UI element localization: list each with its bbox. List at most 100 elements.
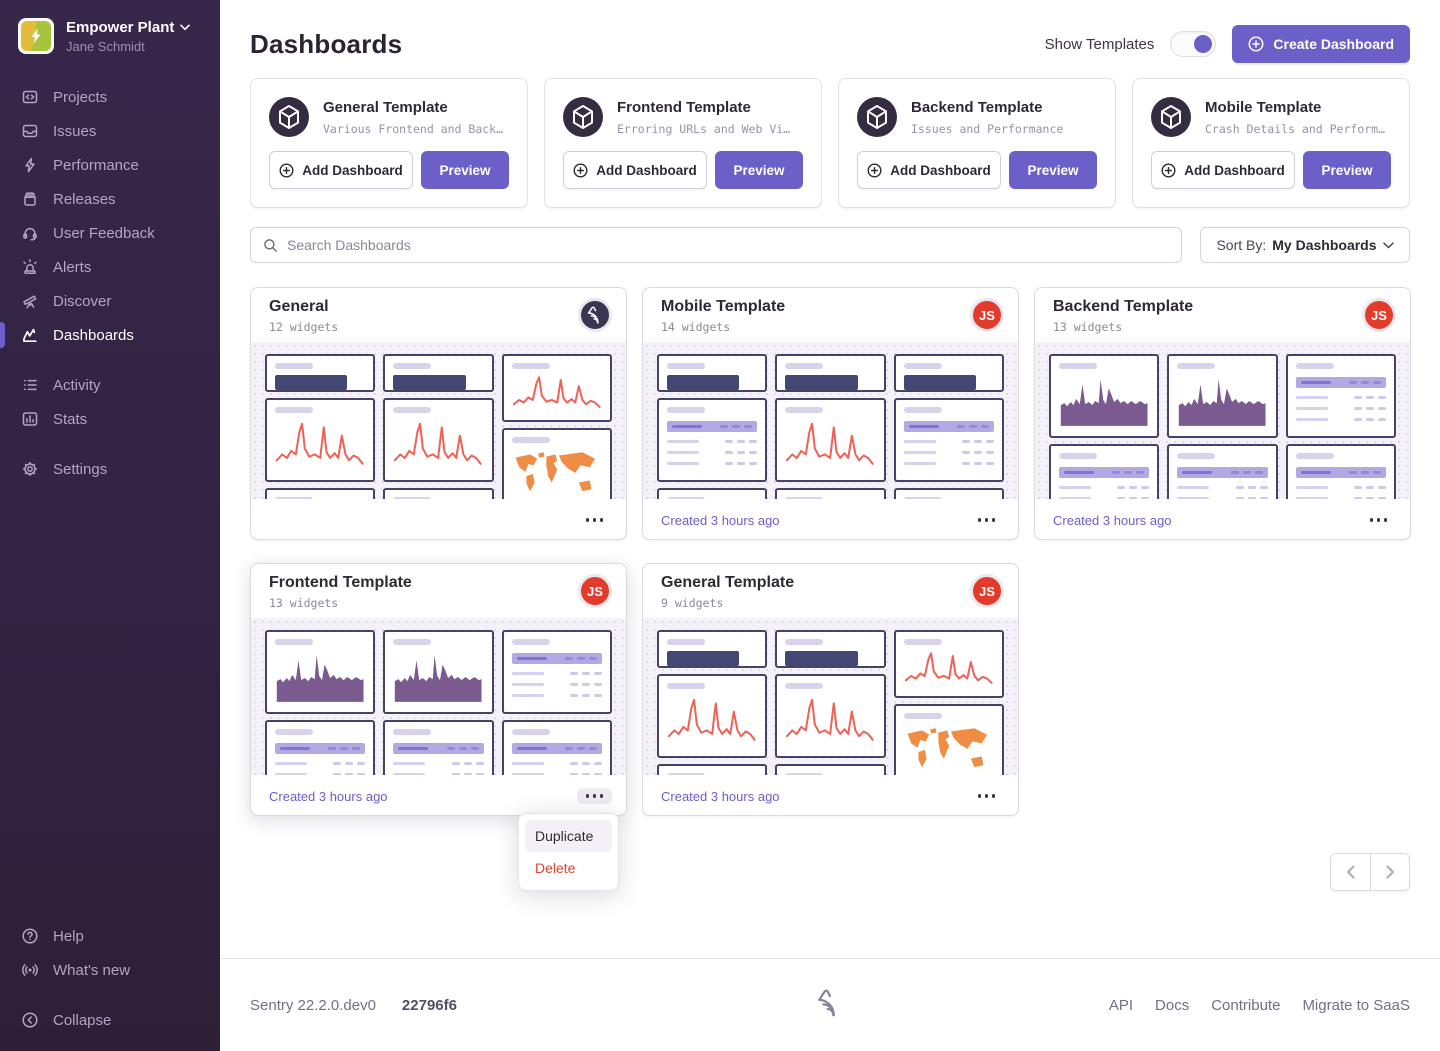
- chevron-right-icon: [1386, 865, 1395, 879]
- sentry-version[interactable]: Sentry 22.2.0.dev0: [250, 997, 376, 1014]
- sidebar-item-label: Projects: [53, 89, 107, 106]
- pagination-next-button[interactable]: [1370, 854, 1409, 890]
- search-input[interactable]: [287, 237, 1169, 253]
- template-description: Crash Details and Perform…: [1205, 122, 1385, 136]
- sidebar-item-settings[interactable]: Settings: [0, 452, 220, 486]
- avatar: [578, 298, 612, 332]
- add-dashboard-label: Add Dashboard: [302, 163, 403, 178]
- stats-icon: [21, 410, 39, 428]
- filter-row: Sort By: My Dashboards: [250, 227, 1410, 263]
- template-title: Mobile Template: [1205, 99, 1385, 116]
- template-title: Frontend Template: [617, 99, 790, 116]
- search-icon: [263, 238, 278, 253]
- template-title: Backend Template: [911, 99, 1063, 116]
- sidebar-item-user-feedback[interactable]: User Feedback: [0, 216, 220, 250]
- sidebar-item-label: Alerts: [53, 259, 91, 276]
- sidebar-item-discover[interactable]: Discover: [0, 284, 220, 318]
- create-dashboard-button[interactable]: Create Dashboard: [1232, 25, 1410, 63]
- sidebar-collapse-button[interactable]: Collapse: [0, 1003, 220, 1037]
- preview-button[interactable]: Preview: [1303, 151, 1391, 189]
- show-templates-toggle[interactable]: [1170, 31, 1216, 57]
- help-icon: [21, 927, 39, 945]
- footer-links: API Docs Contribute Migrate to SaaS: [1109, 997, 1410, 1014]
- footer-link-docs[interactable]: Docs: [1155, 997, 1189, 1014]
- dashboard-title[interactable]: General Template: [661, 574, 1002, 592]
- footer-link-api[interactable]: API: [1109, 997, 1133, 1014]
- sidebar-item-whats-new[interactable]: What's new: [0, 953, 220, 987]
- context-menu-item-delete[interactable]: Delete: [525, 852, 612, 884]
- sidebar: Empower Plant Jane Schmidt Projects: [0, 0, 220, 1051]
- footer-link-migrate[interactable]: Migrate to SaaS: [1302, 997, 1410, 1014]
- dashboard-title[interactable]: Frontend Template: [269, 574, 610, 592]
- card-context-menu-button[interactable]: [1361, 512, 1397, 528]
- avatar: JS: [970, 298, 1004, 332]
- sidebar-item-issues[interactable]: Issues: [0, 114, 220, 148]
- add-dashboard-button[interactable]: Add Dashboard: [857, 151, 1001, 189]
- dashboard-card-general-template[interactable]: General Template 9 widgets JS Created 3 …: [642, 563, 1019, 816]
- sidebar-item-label: Dashboards: [53, 327, 134, 344]
- sidebar-item-dashboards[interactable]: Dashboards: [0, 318, 220, 352]
- sidebar-item-label: Releases: [53, 191, 116, 208]
- add-dashboard-button[interactable]: Add Dashboard: [1151, 151, 1295, 189]
- sidebar-item-label: Activity: [53, 377, 101, 394]
- dashboard-preview: [251, 342, 626, 499]
- preview-button[interactable]: Preview: [421, 151, 509, 189]
- dashboard-card-general[interactable]: General 12 widgets: [250, 287, 627, 540]
- projects-icon: [21, 88, 39, 106]
- org-switcher[interactable]: Empower Plant Jane Schmidt: [0, 0, 220, 64]
- dashboard-title[interactable]: Mobile Template: [661, 298, 1002, 316]
- add-dashboard-button[interactable]: Add Dashboard: [269, 151, 413, 189]
- context-menu-item-duplicate[interactable]: Duplicate: [525, 820, 612, 852]
- dashboards-icon: [21, 326, 39, 344]
- build-hash[interactable]: 22796f6: [402, 997, 457, 1014]
- sidebar-item-help[interactable]: Help: [0, 919, 220, 953]
- dashboard-card-mobile-template[interactable]: Mobile Template 14 widgets JS Created 3 …: [642, 287, 1019, 540]
- search-box[interactable]: [250, 227, 1182, 263]
- dashboard-card-backend-template[interactable]: Backend Template 13 widgets JS Created 3…: [1034, 287, 1411, 540]
- avatar: JS: [970, 574, 1004, 608]
- plus-circle-icon: [279, 163, 294, 178]
- template-card-mobile: Mobile Template Crash Details and Perfor…: [1132, 78, 1410, 208]
- dashboards-page: Empower Plant Jane Schmidt Projects: [0, 0, 1440, 1051]
- sidebar-item-label: Performance: [53, 157, 139, 174]
- sidebar-item-releases[interactable]: Releases: [0, 182, 220, 216]
- card-context-menu-button[interactable]: [969, 512, 1005, 528]
- preview-button[interactable]: Preview: [715, 151, 803, 189]
- pagination-prev-button[interactable]: [1331, 854, 1370, 890]
- sort-by-dropdown[interactable]: Sort By: My Dashboards: [1200, 227, 1410, 263]
- card-context-menu-button[interactable]: [577, 512, 613, 528]
- sidebar-item-projects[interactable]: Projects: [0, 80, 220, 114]
- collapse-icon: [21, 1011, 39, 1029]
- sidebar-item-activity[interactable]: Activity: [0, 368, 220, 402]
- issues-icon: [21, 122, 39, 140]
- sidebar-nav: Projects Issues Performance: [0, 80, 220, 486]
- template-cube-icon: [857, 97, 897, 137]
- org-logo: [18, 18, 54, 54]
- footer-link-contribute[interactable]: Contribute: [1211, 997, 1280, 1014]
- broadcast-icon: [21, 961, 39, 979]
- dashboard-title[interactable]: General: [269, 298, 610, 316]
- add-dashboard-label: Add Dashboard: [596, 163, 697, 178]
- dashboard-title[interactable]: Backend Template: [1053, 298, 1394, 316]
- add-dashboard-button[interactable]: Add Dashboard: [563, 151, 707, 189]
- sidebar-item-performance[interactable]: Performance: [0, 148, 220, 182]
- card-context-menu-button[interactable]: [969, 788, 1005, 804]
- show-templates-label: Show Templates: [1045, 36, 1155, 53]
- template-cards-row: General Template Various Frontend and Ba…: [250, 78, 1410, 208]
- page-footer: Sentry 22.2.0.dev0 22796f6 API Docs Cont…: [220, 958, 1440, 1051]
- dashboard-grid: General 12 widgets Mobile Template 14 wi…: [250, 287, 1425, 816]
- sidebar-bottom: Help What's new Collapse: [0, 919, 220, 1051]
- add-dashboard-label: Add Dashboard: [890, 163, 991, 178]
- dashboard-widget-count: 13 widgets: [269, 596, 610, 610]
- sidebar-item-stats[interactable]: Stats: [0, 402, 220, 436]
- settings-icon: [21, 460, 39, 478]
- sidebar-item-label: Stats: [53, 411, 87, 428]
- card-context-menu-button-open[interactable]: [577, 788, 613, 804]
- template-card-backend: Backend Template Issues and Performance …: [838, 78, 1116, 208]
- preview-button[interactable]: Preview: [1009, 151, 1097, 189]
- chevron-down-icon: [180, 24, 190, 31]
- sidebar-item-alerts[interactable]: Alerts: [0, 250, 220, 284]
- dashboard-widget-count: 14 widgets: [661, 320, 1002, 334]
- dashboard-card-frontend-template[interactable]: Frontend Template 13 widgets JS Created …: [250, 563, 627, 816]
- lightning-bolt-icon: [27, 27, 45, 45]
